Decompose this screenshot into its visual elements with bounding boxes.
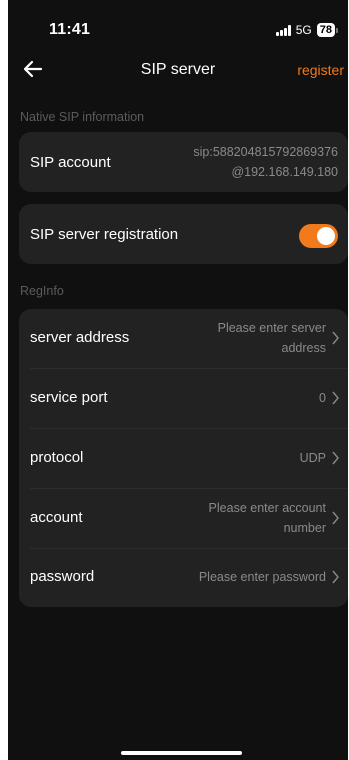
battery-level: 78	[316, 23, 335, 37]
server-address-row[interactable]: server address Please enter server addre…	[19, 309, 348, 368]
account-label: account	[30, 509, 83, 526]
server-address-placeholder-line1: Please enter server	[217, 321, 326, 335]
chevron-right-icon	[332, 391, 339, 405]
section-label-reginfo: RegInfo	[20, 284, 64, 298]
navigation-bar: SIP server register	[8, 52, 348, 88]
chevron-right-icon	[332, 331, 339, 345]
sip-account-value-line2: @192.168.149.180	[231, 165, 338, 179]
section-label-native-sip: Native SIP information	[20, 110, 145, 124]
register-button[interactable]: register	[297, 62, 344, 78]
home-indicator[interactable]	[121, 751, 242, 755]
service-port-value: 0	[319, 391, 326, 405]
password-row[interactable]: password Please enter password	[19, 549, 348, 607]
status-indicators: 5G 78	[275, 23, 338, 37]
server-address-value: Please enter server address	[218, 318, 326, 358]
account-placeholder-line1: Please enter account	[208, 501, 326, 515]
toggle-knob	[317, 227, 335, 245]
chevron-right-icon	[332, 511, 339, 525]
status-bar: 11:41 5G 78	[8, 0, 348, 44]
sip-account-card: SIP account sip:588204815792869376 @192.…	[19, 132, 348, 192]
chevron-right-icon	[332, 451, 339, 465]
battery-icon: 78	[316, 23, 338, 37]
signal-strength-icon	[275, 24, 291, 36]
password-value: Please enter password	[198, 570, 326, 584]
protocol-label: protocol	[30, 449, 84, 466]
service-port-row[interactable]: service port 0	[19, 369, 348, 428]
sip-account-value-line1: sip:588204815792869376	[193, 145, 338, 159]
account-placeholder-line2: number	[283, 521, 326, 535]
reginfo-card: server address Please enter server addre…	[19, 309, 348, 607]
sip-account-label: SIP account	[30, 154, 111, 171]
password-label: password	[30, 568, 95, 585]
protocol-value: UDP	[299, 451, 326, 465]
account-value: Please enter account number	[209, 498, 326, 538]
chevron-right-icon	[332, 570, 339, 584]
phone-screen: 11:41 5G 78 SIP server register Native S…	[8, 0, 348, 760]
service-port-label: service port	[30, 389, 108, 406]
sip-account-value: sip:588204815792869376 @192.168.149.180	[193, 142, 338, 182]
account-row[interactable]: account Please enter account number	[19, 489, 348, 548]
status-time: 11:41	[49, 21, 91, 38]
registration-card: SIP server registration	[19, 204, 348, 264]
registration-label: SIP server registration	[30, 226, 179, 243]
protocol-row[interactable]: protocol UDP	[19, 429, 348, 488]
network-type: 5G	[295, 23, 312, 37]
server-address-placeholder-line2: address	[281, 341, 326, 355]
registration-toggle[interactable]	[299, 224, 338, 248]
server-address-label: server address	[30, 329, 130, 346]
